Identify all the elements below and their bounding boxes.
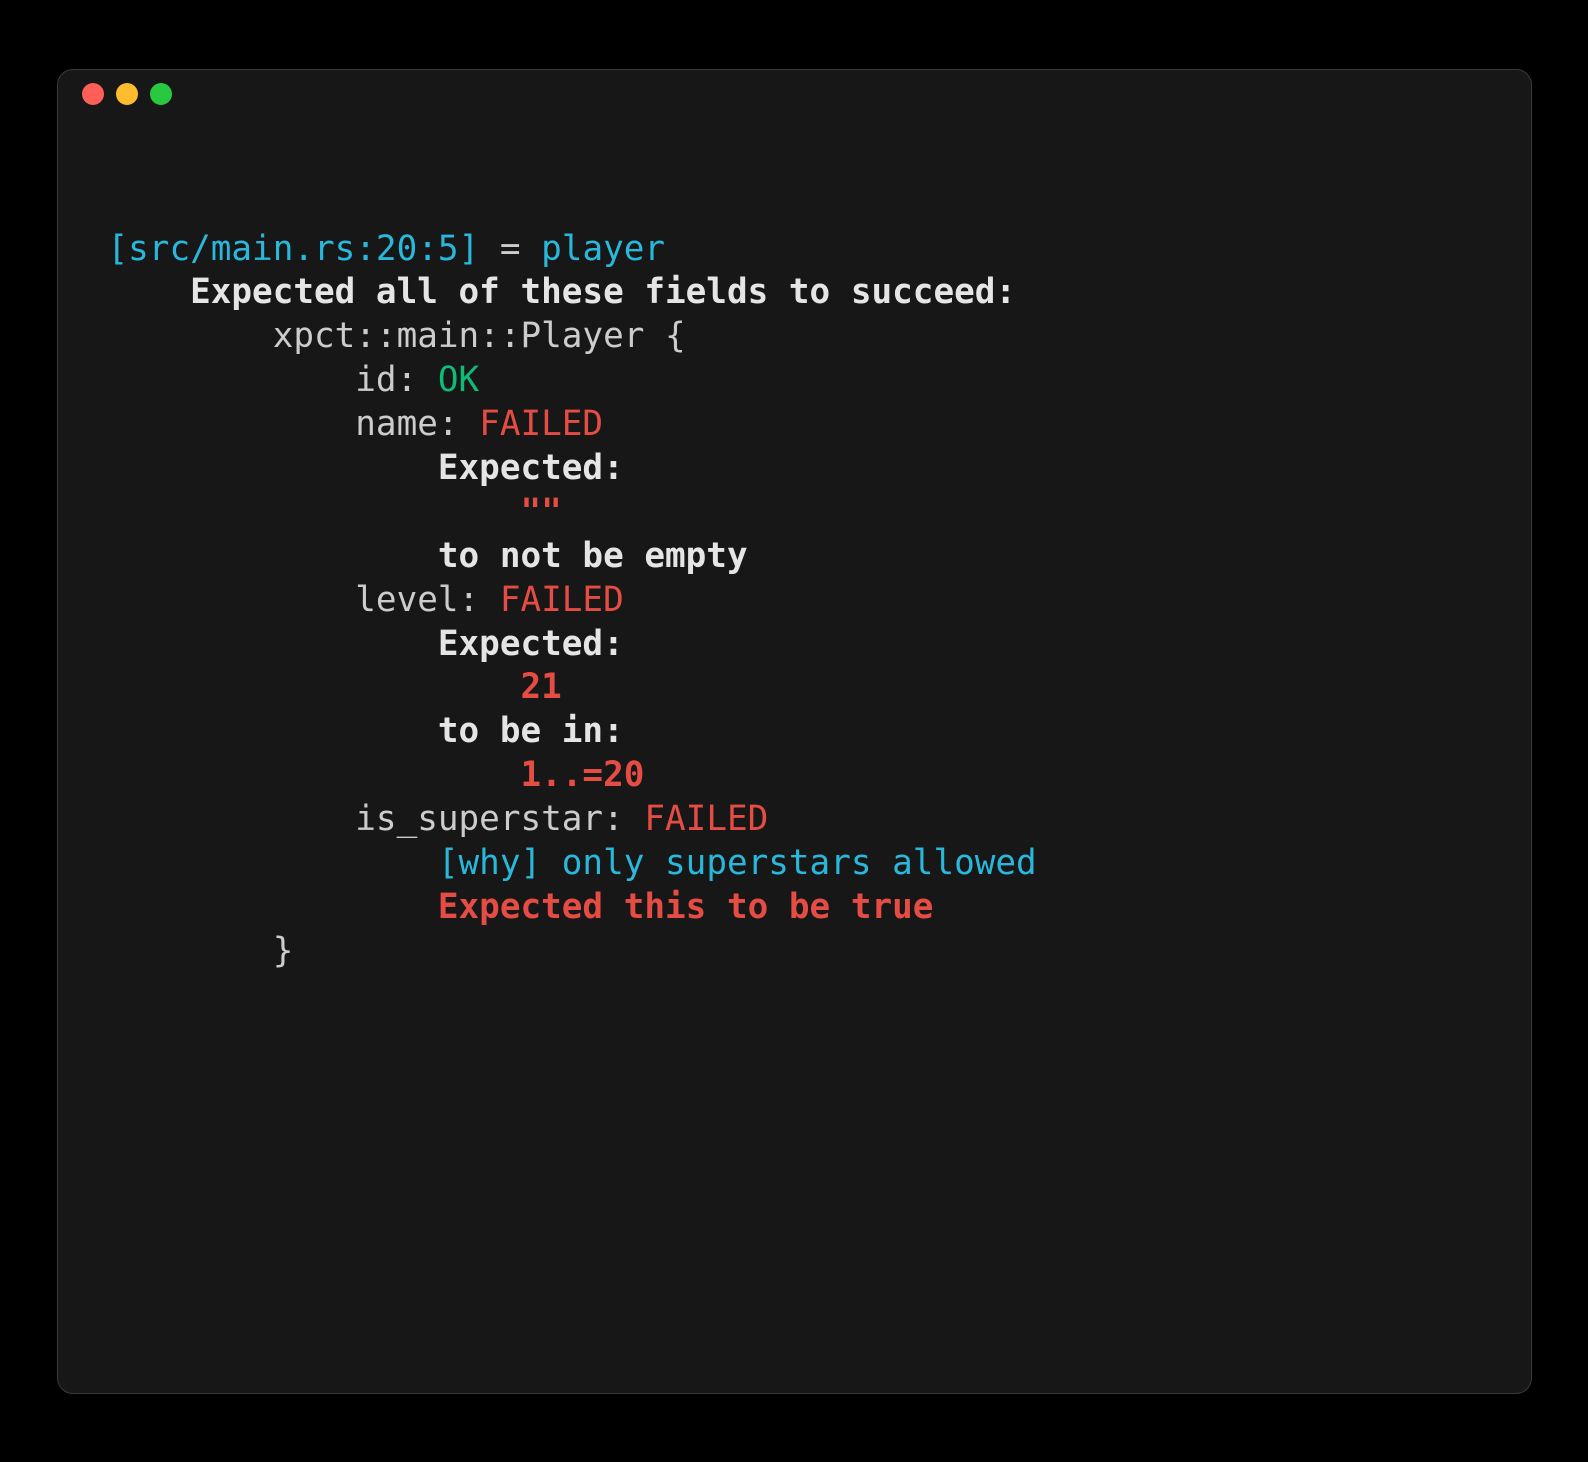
field-level-status: FAILED [500,580,624,620]
terminal-content: [src/main.rs:20:5] = player Expected all… [58,118,1531,1014]
field-id-label: id: [108,360,438,400]
field-level-constraint-label: to be in: [108,711,624,751]
close-icon[interactable] [82,83,104,105]
field-name-expected-value: "" [108,492,562,532]
field-level-expected-label: Expected: [108,624,624,664]
field-name-status: FAILED [479,404,603,444]
field-level-expected-value: 21 [108,667,562,707]
field-name-constraint: to not be empty [108,536,748,576]
field-name-label: name: [108,404,480,444]
title-bar [58,70,1531,118]
why-text: only superstars allowed [541,843,1037,883]
maximize-icon[interactable] [150,83,172,105]
equals-sign: = [479,229,541,269]
source-location: [src/main.rs:20:5] [108,229,480,269]
field-superstar-expected: Expected this to be true [108,887,934,927]
field-id-status: OK [438,360,479,400]
struct-close: } [108,931,294,971]
binding-name: player [541,229,665,269]
field-superstar-status: FAILED [644,799,768,839]
field-level-constraint-value: 1..=20 [108,755,645,795]
terminal-window: [src/main.rs:20:5] = player Expected all… [57,69,1532,1394]
field-name-expected-label: Expected: [108,448,624,488]
struct-open: xpct::main::Player { [108,316,686,356]
field-level-label: level: [108,580,500,620]
why-tag: [why] [108,843,542,883]
field-superstar-label: is_superstar: [108,799,645,839]
header-text: Expected all of these fields to succeed: [108,272,1017,312]
minimize-icon[interactable] [116,83,138,105]
